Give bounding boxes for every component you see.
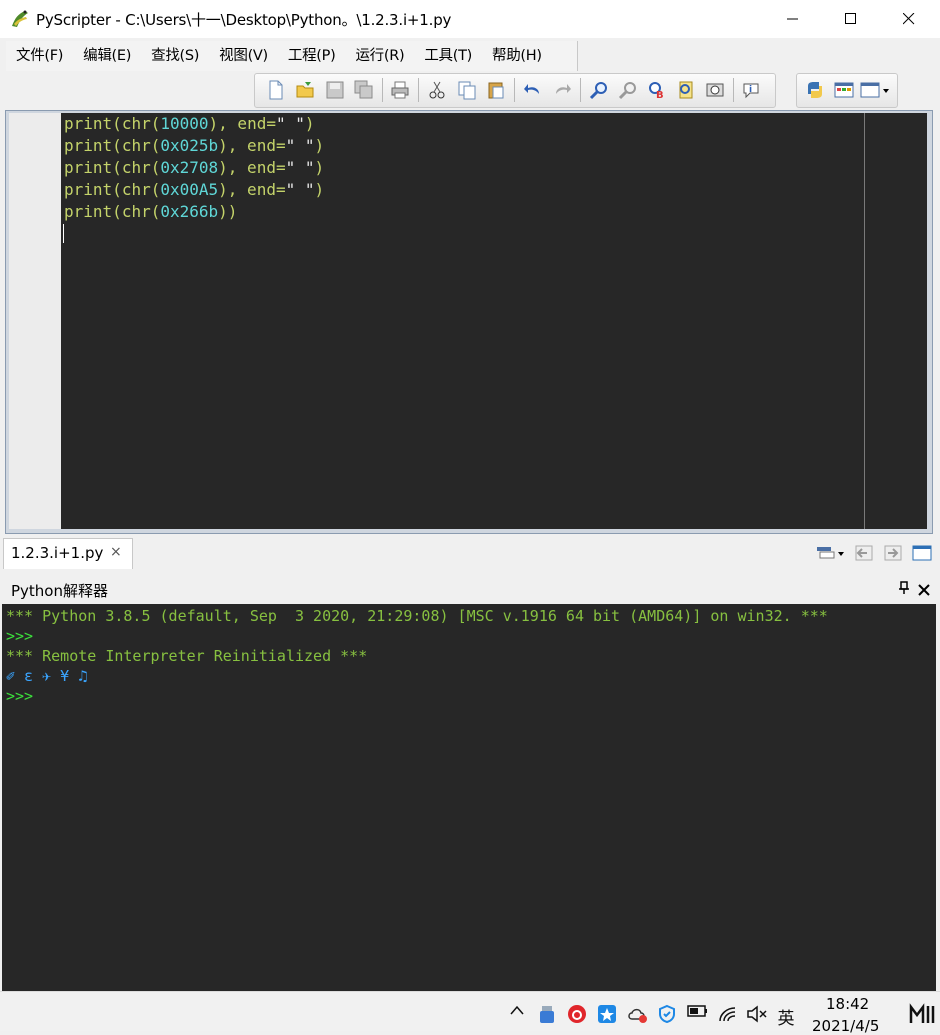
paste-icon[interactable]: [484, 78, 508, 102]
menu-help[interactable]: 帮助(H): [482, 41, 552, 71]
menu-file[interactable]: 文件(F): [6, 41, 73, 71]
console-prompt: >>>: [6, 687, 34, 705]
open-file-icon[interactable]: [293, 78, 317, 102]
close-button[interactable]: [880, 0, 938, 38]
svg-text:i: i: [749, 85, 752, 95]
find-next-icon[interactable]: [616, 78, 640, 102]
interpreter-close-icon[interactable]: [918, 580, 930, 600]
tab-close-icon[interactable]: ×: [110, 544, 122, 560]
pyscripter-logo-icon: [9, 8, 31, 30]
toolbar-separator: [382, 78, 383, 102]
redo-icon[interactable]: [550, 78, 574, 102]
minimize-button[interactable]: [764, 0, 822, 38]
toolbar-separator: [418, 78, 419, 102]
console-banner: *** Python 3.8.5 (default, Sep 3 2020, 2…: [6, 607, 828, 625]
wifi-icon[interactable]: [716, 1004, 740, 1024]
editor-tab-strip: [0, 534, 940, 572]
console-output: ✐ ɛ ✈ ¥ ♫: [6, 667, 88, 685]
battery-icon[interactable]: [686, 1004, 710, 1018]
interpreter-title: Python解释器: [11, 582, 108, 600]
info-icon[interactable]: i: [740, 78, 764, 102]
menu-tools[interactable]: 工具(T): [414, 41, 482, 71]
replace-icon[interactable]: B: [645, 78, 669, 102]
usb-drive-icon[interactable]: [536, 1004, 558, 1024]
menu-search[interactable]: 查找(S): [141, 41, 209, 71]
toolbar-separator: [580, 78, 581, 102]
toolbar-separator: [733, 78, 734, 102]
find-in-files-icon[interactable]: [674, 78, 698, 102]
menu-strip: 文件(F) 编辑(E) 查找(S) 视图(V) 工程(P) 运行(R) 工具(T…: [6, 41, 578, 71]
console-reinit-message: *** Remote Interpreter Reinitialized ***: [6, 647, 368, 665]
file-tab-label[interactable]: 1.2.3.i+1.py: [11, 544, 103, 562]
editor-gutter: [9, 113, 61, 529]
toolbar-separator: [514, 78, 515, 102]
show-hidden-icons-chevron-icon[interactable]: [507, 1004, 527, 1016]
cloud-sync-icon[interactable]: [626, 1004, 650, 1024]
security-shield-icon[interactable]: [656, 1004, 678, 1024]
python-icon[interactable]: [803, 78, 827, 102]
pin-icon[interactable]: [898, 581, 910, 599]
tab-list-dropdown-icon[interactable]: [815, 541, 847, 565]
window-title: PyScripter - C:\Users\十一\Desktop\Python。…: [36, 11, 452, 29]
code-line: print(chr(0x2708), end=" "): [64, 158, 325, 177]
find-icon[interactable]: [587, 78, 611, 102]
new-window-icon[interactable]: [909, 541, 935, 565]
menu-view[interactable]: 视图(V): [209, 41, 278, 71]
previous-tab-icon[interactable]: [851, 541, 877, 565]
print-icon[interactable]: [388, 78, 412, 102]
notification-center-icon[interactable]: [908, 1003, 936, 1025]
maximize-button[interactable]: [822, 0, 880, 38]
interpreter-header: [0, 576, 940, 604]
menu-run[interactable]: 运行(R): [345, 41, 414, 71]
clock-date[interactable]: 2021/4/5: [812, 1017, 879, 1035]
save-all-icon[interactable]: [352, 78, 376, 102]
volume-muted-icon[interactable]: [745, 1004, 769, 1024]
copy-icon[interactable]: [455, 78, 479, 102]
code-line: print(chr(10000), end=" "): [64, 114, 315, 133]
ime-indicator[interactable]: 英: [774, 1004, 798, 1029]
netease-music-icon[interactable]: [566, 1004, 588, 1024]
code-line: print(chr(0x025b), end=" "): [64, 136, 325, 155]
view-dropdown-icon[interactable]: [860, 78, 892, 102]
tencent-app-icon[interactable]: [596, 1004, 618, 1024]
save-icon[interactable]: [323, 78, 347, 102]
console-prompt: >>>: [6, 627, 34, 645]
code-line: print(chr(0x00A5), end=" "): [64, 180, 325, 199]
screenshot-icon[interactable]: [703, 78, 727, 102]
menu-edit[interactable]: 编辑(E): [73, 41, 141, 71]
cut-icon[interactable]: [425, 78, 449, 102]
taskbar: [0, 991, 940, 1031]
clock-time[interactable]: 18:42: [826, 995, 869, 1013]
new-file-icon[interactable]: [264, 78, 288, 102]
undo-icon[interactable]: [521, 78, 545, 102]
code-line: print(chr(0x266b)): [64, 202, 238, 221]
text-caret: [63, 224, 64, 243]
svg-text:B: B: [656, 90, 664, 100]
menu-project[interactable]: 工程(P): [278, 41, 346, 71]
layout-icon[interactable]: [832, 78, 856, 102]
editor-right-margin-line: [864, 113, 865, 529]
next-tab-icon[interactable]: [880, 541, 906, 565]
